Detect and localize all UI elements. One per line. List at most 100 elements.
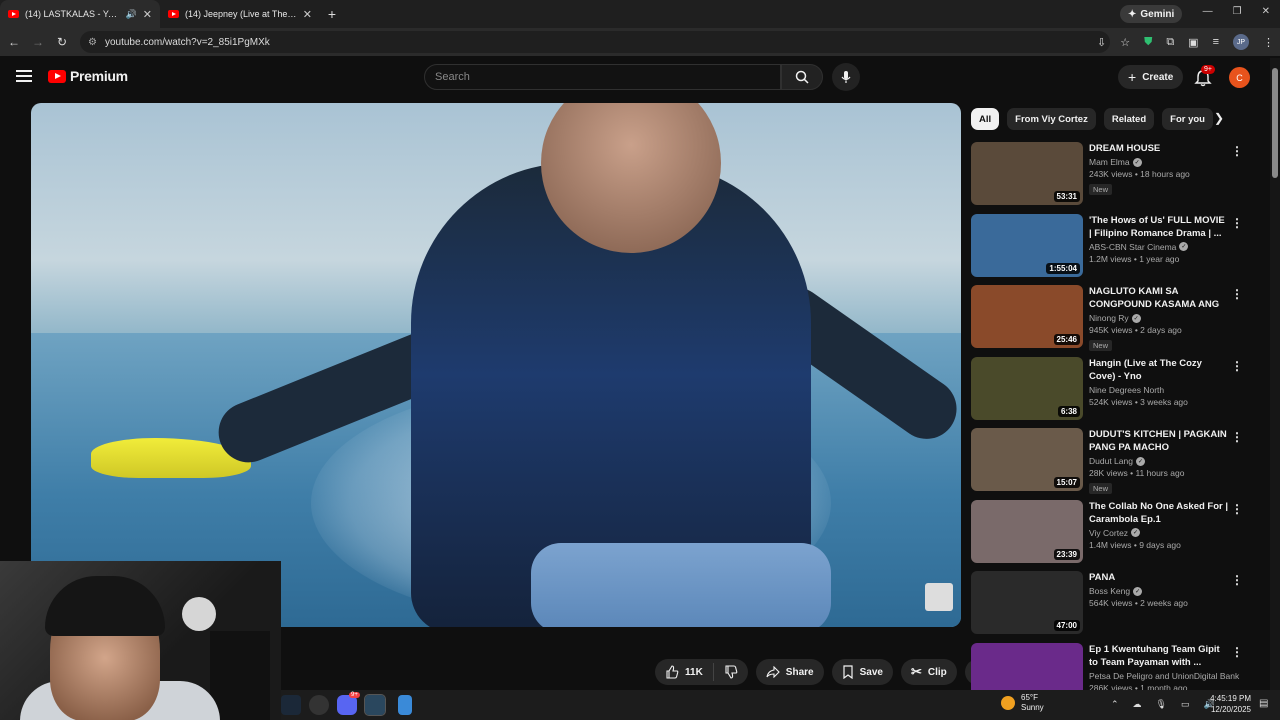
browser-tab-youtube[interactable]: (14) LASTKALAS - YouTube 🔊 ✕: [0, 0, 160, 28]
notification-center-icon[interactable]: ▤: [1259, 698, 1268, 709]
tab-title: (14) Jeepney (Live at The Cozy Cove): [185, 9, 297, 19]
chip-for-you[interactable]: For you: [1162, 108, 1213, 130]
recommendation-item[interactable]: 15:07 DUDUT'S KITCHEN | PAGKAIN PANG PA …: [971, 428, 1251, 500]
channel-name[interactable]: Boss Keng: [1089, 586, 1130, 596]
channel-name[interactable]: Mam Elma: [1089, 157, 1130, 167]
like-button[interactable]: 11K: [655, 663, 714, 681]
video-info: 'The Hows of Us' FULL MOVIE | Filipino R…: [1089, 214, 1229, 264]
forward-icon[interactable]: →: [26, 35, 50, 49]
chip-from-channel[interactable]: From Viy Cortez: [1007, 108, 1096, 130]
profile-avatar[interactable]: JP: [1233, 34, 1249, 50]
sparkle-icon: ✦: [1128, 8, 1137, 20]
recommendation-item[interactable]: 47:00 PANA Boss Keng ✓ 564K views • 2 we…: [971, 571, 1251, 643]
steam-active-icon[interactable]: [364, 694, 386, 716]
chevron-right-icon[interactable]: ❯: [1214, 111, 1224, 125]
channel-name[interactable]: Viy Cortez: [1089, 528, 1128, 538]
voice-search-button[interactable]: [832, 63, 860, 91]
duration-badge: 53:31: [1053, 191, 1080, 202]
app-icon[interactable]: [309, 695, 329, 715]
more-vertical-icon[interactable]: ⋮: [1231, 502, 1243, 516]
channel-name[interactable]: Nine Degrees North: [1089, 385, 1164, 395]
more-vertical-icon[interactable]: ⋮: [1231, 573, 1243, 587]
recommendation-item[interactable]: 1:55:04 'The Hows of Us' FULL MOVIE | Fi…: [971, 213, 1251, 286]
hamburger-menu-icon[interactable]: [16, 70, 32, 82]
close-window-icon[interactable]: ✕: [1262, 6, 1270, 17]
reading-list-icon[interactable]: ≡: [1213, 36, 1219, 48]
channel-watermark[interactable]: [925, 583, 953, 611]
shield-extension-icon[interactable]: ⛊: [1144, 36, 1152, 49]
video-info: Ep 1 Kwentuhang Team Gipit to Team Payam…: [1089, 643, 1239, 693]
bookmark-star-icon[interactable]: ☆: [1120, 36, 1130, 49]
chip-all[interactable]: All: [971, 108, 1000, 130]
video-title[interactable]: The Collab No One Asked For | Carambola …: [1089, 500, 1229, 526]
maximize-icon[interactable]: ❐: [1233, 6, 1242, 17]
audio-icon[interactable]: 🔊: [126, 9, 137, 20]
close-tab-icon[interactable]: ✕: [303, 8, 312, 21]
channel-name[interactable]: ABS-CBN Star Cinema: [1089, 242, 1176, 252]
video-title[interactable]: PANA: [1089, 571, 1229, 584]
browser-tab-jeepney[interactable]: (14) Jeepney (Live at The Cozy Cove) ✕: [160, 0, 320, 28]
video-title[interactable]: DREAM HOUSE: [1089, 142, 1229, 155]
recommendation-item[interactable]: 6:38 Hangin (Live at The Cozy Cove) - Yn…: [971, 356, 1251, 429]
url-field[interactable]: ⚙ youtube.com/watch?v=2_85i1PgMXk: [80, 31, 1110, 53]
weather-widget[interactable]: 65°F Sunny: [1001, 693, 1044, 713]
network-icon[interactable]: ▭: [1181, 699, 1190, 710]
chevron-up-icon[interactable]: ⌃: [1111, 699, 1119, 710]
taskbar-clock[interactable]: 4:45:19 PM 12/20/2025: [1207, 693, 1251, 715]
video-title[interactable]: Hangin (Live at The Cozy Cove) - Yno: [1089, 357, 1229, 383]
video-thumbnail[interactable]: 47:00: [971, 571, 1083, 634]
youtube-premium-logo[interactable]: Premium: [48, 68, 128, 84]
channel-name[interactable]: Ninong Ry: [1089, 313, 1129, 323]
system-tray: ⌃ ☁ 🎙 ▭ 🔊: [1111, 699, 1215, 710]
search-input[interactable]: Search: [424, 64, 781, 90]
create-button[interactable]: + Create: [1118, 65, 1184, 89]
recommendation-item[interactable]: 53:31 DREAM HOUSE Mam Elma ✓ 243K views …: [971, 142, 1251, 214]
more-vertical-icon[interactable]: ⋮: [1231, 287, 1243, 301]
more-vertical-icon[interactable]: ⋮: [1231, 144, 1243, 158]
reload-icon[interactable]: ↻: [50, 35, 74, 49]
save-button[interactable]: Save: [831, 659, 893, 685]
page-scrollbar[interactable]: [1270, 58, 1280, 690]
site-info-icon[interactable]: ⚙: [88, 37, 97, 48]
browser-menu-icon[interactable]: ⋮: [1263, 36, 1274, 49]
gemini-button[interactable]: ✦ Gemini: [1120, 5, 1183, 23]
more-vertical-icon[interactable]: ⋮: [1231, 216, 1243, 230]
clip-button[interactable]: ✂ Clip: [900, 659, 957, 685]
steam-icon[interactable]: [281, 695, 301, 715]
split-view-icon[interactable]: ▣: [1188, 36, 1198, 49]
back-icon[interactable]: ←: [2, 35, 26, 49]
more-vertical-icon[interactable]: ⋮: [1231, 430, 1243, 444]
video-thumbnail[interactable]: 23:39: [971, 499, 1083, 563]
scrollbar-thumb[interactable]: [1272, 68, 1278, 178]
minimize-icon[interactable]: —: [1203, 6, 1213, 17]
notepad-icon[interactable]: [398, 695, 412, 715]
video-thumbnail[interactable]: 1:55:04: [971, 213, 1083, 277]
share-button[interactable]: Share: [755, 659, 824, 685]
channel-name[interactable]: Petsa De Peligro and UnionDigital Bank: [1089, 671, 1239, 681]
recommendation-item[interactable]: 25:46 NAGLUTO KAMI SA CONGPOUND KASAMA A…: [971, 285, 1251, 357]
new-tab-button[interactable]: +: [320, 6, 344, 22]
video-player[interactable]: [31, 103, 961, 627]
chip-related[interactable]: Related: [1103, 108, 1155, 130]
video-thumbnail[interactable]: 25:46: [971, 285, 1083, 348]
video-title[interactable]: 'The Hows of Us' FULL MOVIE | Filipino R…: [1089, 214, 1229, 240]
channel-name[interactable]: Dudut Lang: [1089, 456, 1133, 466]
more-vertical-icon[interactable]: ⋮: [1231, 359, 1243, 373]
video-thumbnail[interactable]: 15:07: [971, 428, 1083, 491]
microphone-icon[interactable]: 🎙: [1156, 699, 1167, 710]
video-thumbnail[interactable]: 53:31: [971, 142, 1083, 205]
cloud-icon[interactable]: ☁: [1133, 699, 1142, 710]
more-vertical-icon[interactable]: ⋮: [1231, 645, 1243, 659]
account-avatar[interactable]: C: [1229, 67, 1250, 88]
discord-icon[interactable]: [337, 695, 357, 715]
extensions-puzzle-icon[interactable]: ⧉: [1166, 36, 1174, 49]
recommendation-item[interactable]: 23:39 The Collab No One Asked For | Cara…: [971, 499, 1251, 572]
install-icon[interactable]: ⇩: [1097, 36, 1106, 49]
search-button[interactable]: [781, 64, 823, 90]
video-thumbnail[interactable]: 6:38: [971, 356, 1083, 420]
video-title[interactable]: DUDUT'S KITCHEN | PAGKAIN PANG PA MACHO: [1089, 428, 1229, 454]
close-tab-icon[interactable]: ✕: [143, 8, 152, 21]
dislike-button[interactable]: [714, 665, 748, 679]
video-title[interactable]: NAGLUTO KAMI SA CONGPOUND KASAMA ANG ...: [1089, 285, 1229, 311]
video-title[interactable]: Ep 1 Kwentuhang Team Gipit to Team Payam…: [1089, 643, 1229, 669]
